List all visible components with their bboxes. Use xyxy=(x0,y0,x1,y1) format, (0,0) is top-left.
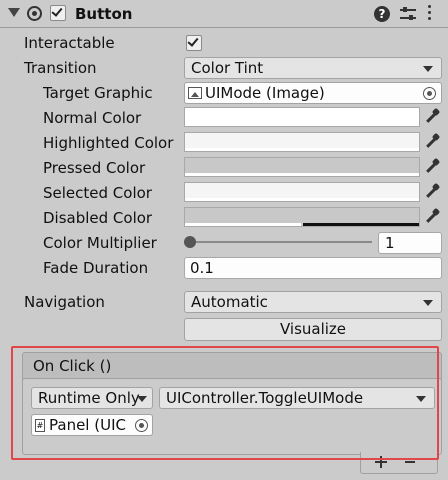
fade-duration-label: Fade Duration xyxy=(43,259,149,277)
navigation-value: Automatic xyxy=(191,293,268,311)
image-icon xyxy=(188,87,202,99)
navigation-label: Navigation xyxy=(24,293,105,311)
component-icon xyxy=(27,6,42,21)
minus-icon[interactable] xyxy=(405,461,415,463)
checkmark-icon xyxy=(187,35,199,47)
pressed-color-label: Pressed Color xyxy=(43,159,146,177)
eyedropper-icon[interactable] xyxy=(424,107,441,125)
interactable-checkbox[interactable] xyxy=(186,35,202,51)
object-picker-icon[interactable] xyxy=(423,87,436,100)
highlighted-color-swatch[interactable] xyxy=(184,132,420,152)
presets-icon[interactable] xyxy=(400,6,416,22)
selected-color-swatch[interactable] xyxy=(184,182,420,202)
disabled-color-label: Disabled Color xyxy=(43,209,153,227)
color-multiplier-slider-thumb[interactable] xyxy=(184,236,196,248)
component-enabled-checkbox[interactable] xyxy=(50,5,66,21)
transition-dropdown[interactable]: Color Tint xyxy=(184,57,442,79)
eyedropper-icon[interactable] xyxy=(424,157,441,175)
color-multiplier-slider-track[interactable] xyxy=(190,241,372,243)
component-header[interactable]: Button ? xyxy=(0,0,448,28)
visualize-button[interactable]: Visualize xyxy=(184,318,442,341)
pressed-color-swatch[interactable] xyxy=(184,157,420,177)
chevron-down-icon xyxy=(423,66,433,72)
transition-value: Color Tint xyxy=(191,59,264,77)
transition-label: Transition xyxy=(24,59,97,77)
help-icon[interactable]: ? xyxy=(374,6,390,22)
color-multiplier-label: Color Multiplier xyxy=(43,234,157,252)
foldout-arrow-icon[interactable] xyxy=(8,8,20,17)
target-graphic-value: UIMode (Image) xyxy=(205,84,325,102)
normal-color-swatch[interactable] xyxy=(184,107,420,127)
target-graphic-label: Target Graphic xyxy=(43,84,153,102)
eyedropper-icon[interactable] xyxy=(424,182,441,200)
normal-color-label: Normal Color xyxy=(43,109,142,127)
interactable-label: Interactable xyxy=(24,34,115,52)
chevron-down-icon xyxy=(423,300,433,306)
target-graphic-field[interactable]: UIMode (Image) xyxy=(184,82,442,104)
highlighted-color-label: Highlighted Color xyxy=(43,134,174,152)
eyedropper-icon[interactable] xyxy=(424,207,441,225)
color-multiplier-input[interactable]: 1 xyxy=(378,232,442,254)
eyedropper-icon[interactable] xyxy=(424,132,441,150)
fade-duration-input[interactable]: 0.1 xyxy=(184,257,442,279)
component-title: Button xyxy=(75,5,133,23)
navigation-dropdown[interactable]: Automatic xyxy=(184,291,442,313)
kebab-menu-icon[interactable] xyxy=(428,5,432,23)
disabled-color-swatch[interactable] xyxy=(184,207,420,227)
selected-color-label: Selected Color xyxy=(43,184,152,202)
highlight-outline xyxy=(11,346,439,460)
checkmark-icon xyxy=(51,5,63,17)
